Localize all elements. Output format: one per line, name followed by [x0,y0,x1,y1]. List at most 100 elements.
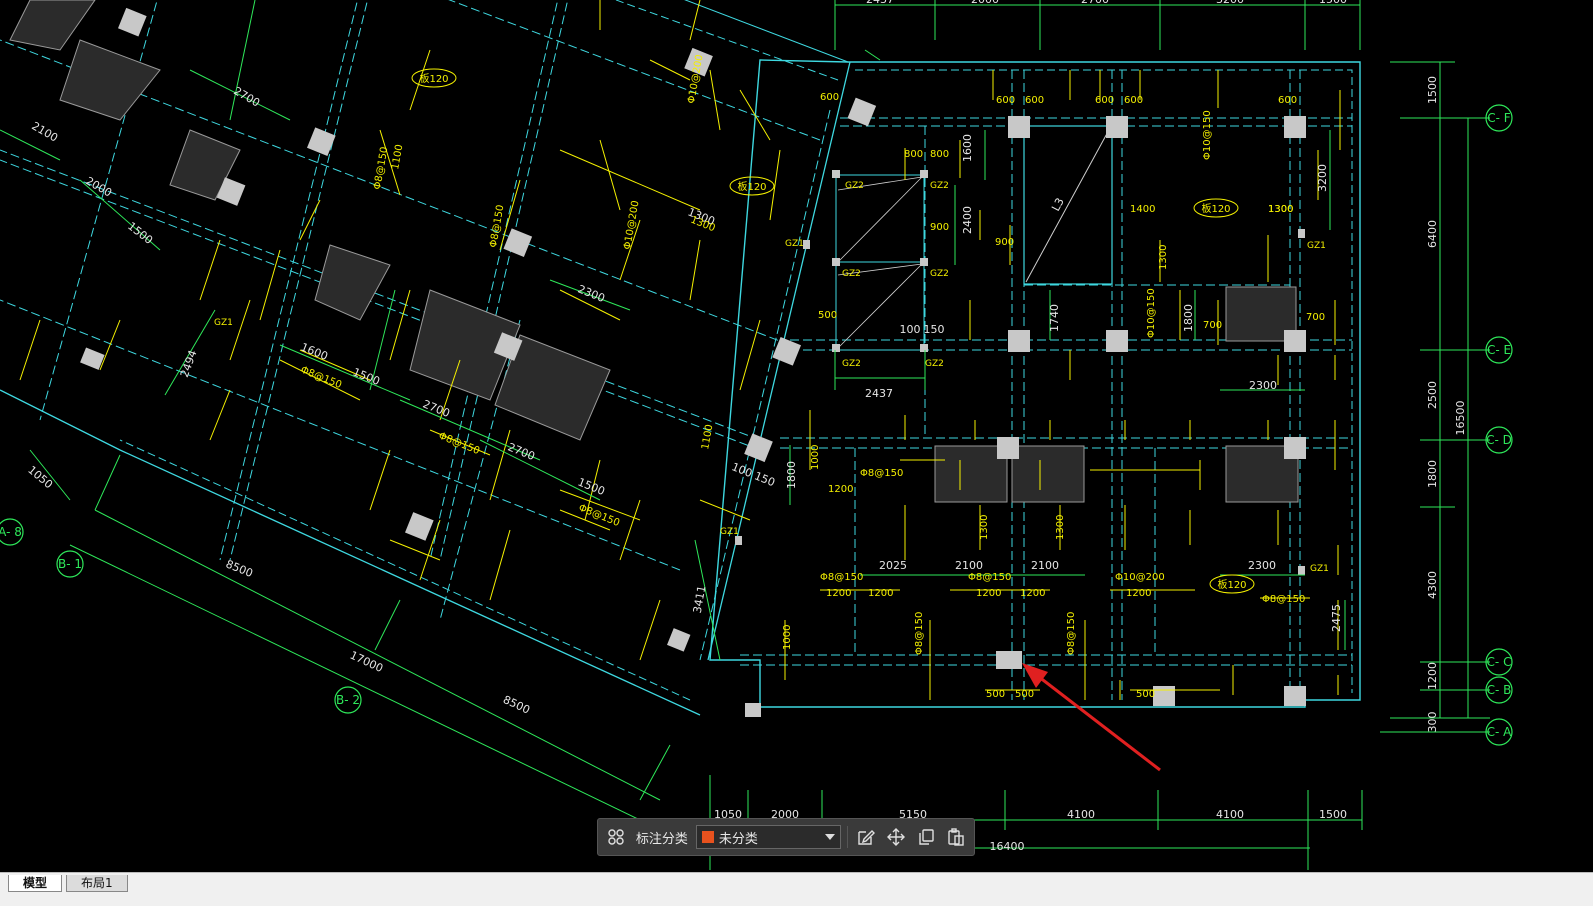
axis-label-a8: A- 8 [0,525,22,539]
svg-text:2494: 2494 [178,348,200,379]
svg-text:6400: 6400 [1426,220,1439,248]
svg-text:1200: 1200 [868,588,893,599]
svg-text:GZ2: GZ2 [925,359,944,369]
svg-text:600: 600 [1095,95,1114,106]
svg-text:100 150: 100 150 [730,460,777,489]
svg-text:2700: 2700 [421,397,452,420]
svg-text:Φ10@200: Φ10@200 [1115,572,1165,583]
svg-text:500: 500 [1136,689,1155,700]
stair-label: L3 [1049,196,1067,214]
svg-text:板120: 板120 [419,72,448,85]
svg-text:Φ8@150: Φ8@150 [914,612,925,655]
svg-text:3200: 3200 [1216,0,1244,6]
svg-text:Φ8@150: Φ8@150 [820,572,863,583]
svg-text:2500: 2500 [1426,381,1439,409]
svg-text:2475: 2475 [1330,604,1343,632]
grid-icon[interactable] [604,825,628,849]
svg-text:500: 500 [986,689,1005,700]
svg-text:700: 700 [1203,320,1222,331]
svg-text:600: 600 [996,95,1015,106]
svg-text:GZ1: GZ1 [214,318,233,328]
svg-text:1500: 1500 [1426,76,1439,104]
chevron-down-icon [825,834,836,840]
axis-label-cb: C- B [1487,683,1512,697]
svg-text:1000: 1000 [810,445,821,470]
axis-label-cf: C- F [1487,111,1511,125]
svg-text:Φ8@150: Φ8@150 [1066,612,1077,655]
dimension-lines [0,0,1490,870]
svg-text:2700: 2700 [506,440,537,463]
svg-text:1300: 1300 [979,515,990,540]
skewed-dimensions: 8500 17000 8500 2700 2700 1500 1600 1500… [25,84,716,716]
tab-layout1[interactable]: 布局1 [66,875,128,892]
svg-text:GZ2: GZ2 [930,181,949,191]
column-tags: GZ2 GZ2 GZ2 GZ2 GZ2 GZ2 GZ1 GZ1 GZ1 GZ1 … [214,181,1329,574]
edit-icon[interactable] [854,825,878,849]
svg-text:2100: 2100 [1031,559,1059,572]
svg-text:8500: 8500 [224,557,255,580]
svg-text:GZ2: GZ2 [845,181,864,191]
category-select-value: 未分类 [718,831,758,847]
svg-text:1050: 1050 [25,463,55,491]
svg-text:1300: 1300 [1268,204,1293,215]
svg-text:Φ10@150: Φ10@150 [1202,110,1213,160]
svg-text:500: 500 [818,310,837,321]
svg-text:GZ2: GZ2 [842,359,861,369]
svg-text:16500: 16500 [1454,401,1467,436]
axis-label-ce: C- E [1487,343,1511,357]
svg-text:1200: 1200 [976,588,1001,599]
svg-text:1300: 1300 [1055,515,1066,540]
svg-text:2100: 2100 [29,119,60,144]
cad-drawing-canvas[interactable]: C- F C- E C- D C- C C- B C- A B- 1 B- 2 … [0,0,1593,886]
svg-text:16400: 16400 [990,840,1025,853]
svg-text:Φ8@150: Φ8@150 [577,503,621,529]
svg-text:500: 500 [1015,689,1034,700]
category-select[interactable]: 未分类 [695,825,842,849]
move-icon[interactable] [884,825,908,849]
svg-text:GZ1: GZ1 [720,527,739,537]
svg-text:GZ2: GZ2 [842,269,861,279]
svg-text:1200: 1200 [826,588,851,599]
tab-model[interactable]: 模型 [8,875,63,892]
svg-text:2400: 2400 [961,206,974,234]
svg-text:1800: 1800 [1182,304,1195,332]
svg-text:4100: 4100 [1067,808,1095,821]
layout-tab-bar: 模型 布局1 [0,872,1593,906]
toolbar-separator [847,826,849,848]
svg-text:1500: 1500 [1319,0,1347,6]
svg-text:600: 600 [1278,95,1297,106]
svg-text:1800: 1800 [1426,460,1439,488]
svg-text:1200: 1200 [1020,588,1045,599]
copy-icon[interactable] [914,825,938,849]
svg-text:Φ8@150: Φ8@150 [968,572,1011,583]
svg-text:4300: 4300 [1426,571,1439,599]
svg-text:2100: 2100 [955,559,983,572]
svg-text:150: 150 [924,323,945,336]
axis-label-b2: B- 2 [336,693,360,707]
svg-text:板120: 板120 [1217,578,1246,591]
svg-text:2025: 2025 [879,559,907,572]
svg-text:900: 900 [930,222,949,233]
svg-text:800: 800 [930,149,949,160]
svg-text:1100: 1100 [700,424,715,451]
svg-text:Φ10@150: Φ10@150 [1146,288,1157,338]
svg-text:3411: 3411 [691,584,709,614]
annotation-arrow[interactable] [1022,663,1161,772]
right-dimensions: 1500 6400 2500 1800 4300 1200 300 16500 [1426,76,1467,733]
svg-text:1500: 1500 [1319,808,1347,821]
svg-text:GZ1: GZ1 [1310,564,1329,574]
svg-text:300: 300 [1426,712,1439,733]
svg-text:700: 700 [1306,312,1325,323]
svg-text:1100: 1100 [390,144,405,171]
paste-icon[interactable] [944,825,968,849]
svg-text:1600: 1600 [961,134,974,162]
svg-text:2700: 2700 [231,84,262,109]
svg-text:板120: 板120 [737,180,766,193]
svg-text:2700: 2700 [1081,0,1109,6]
svg-text:2300: 2300 [576,282,607,305]
axis-label-cc: C- C [1487,655,1512,669]
svg-text:2437: 2437 [866,0,894,6]
svg-text:1200: 1200 [1426,662,1439,690]
svg-text:1000: 1000 [782,625,793,650]
category-color-swatch [701,831,714,843]
